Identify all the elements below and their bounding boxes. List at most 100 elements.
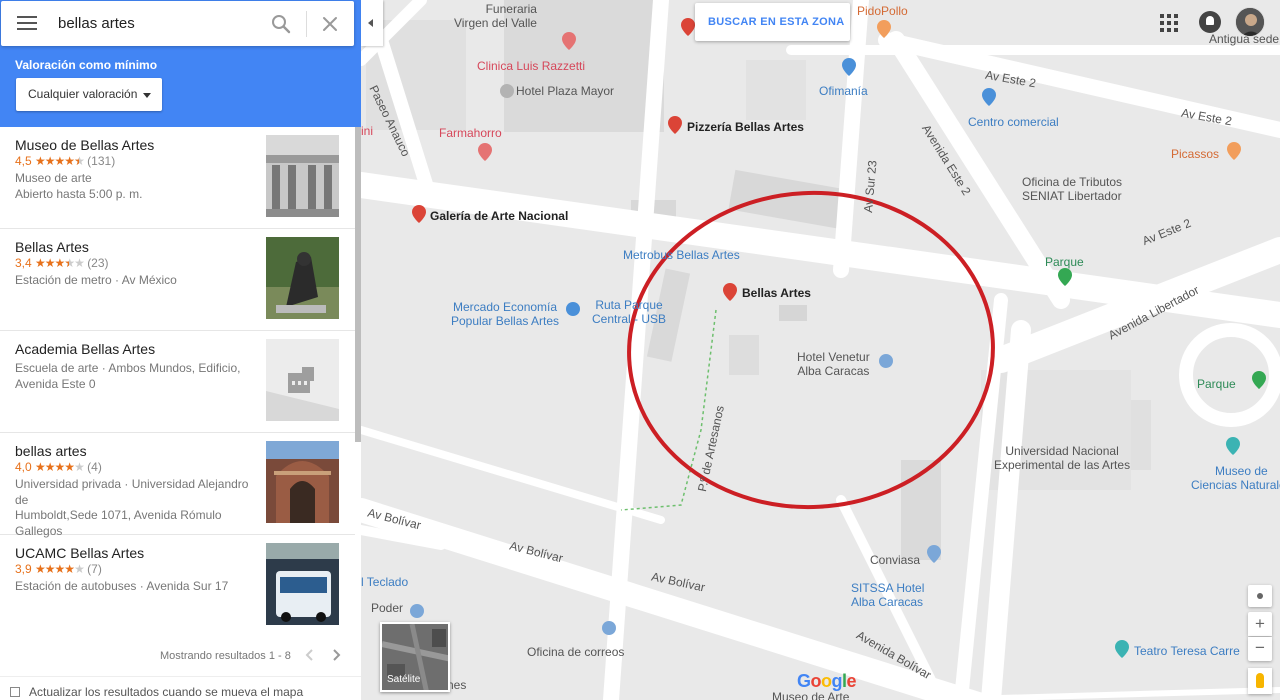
panel-header: bellas artes Valoración como mínimo Cual… bbox=[0, 0, 361, 127]
pharmacy-pin-icon[interactable] bbox=[478, 143, 492, 161]
result-rating: 4,5 ★★★★★★ (131) bbox=[15, 154, 116, 168]
result-museo-de-bellas-artes[interactable]: Museo de Bellas Artes 4,5 ★★★★★★ (131) M… bbox=[0, 127, 355, 229]
satellite-label: Satélite bbox=[387, 674, 421, 685]
satellite-toggle[interactable]: Satélite bbox=[380, 622, 450, 692]
search-input[interactable]: bellas artes bbox=[58, 15, 135, 32]
hospital-pin-icon[interactable] bbox=[562, 32, 576, 50]
museum-pin-icon[interactable] bbox=[1226, 437, 1240, 455]
avatar[interactable] bbox=[1235, 7, 1265, 37]
results-scrollbar[interactable] bbox=[355, 127, 361, 442]
result-bellas-artes-metro[interactable]: Bellas Artes 3,4 ★★★★★★ (23) Estación de… bbox=[0, 229, 355, 331]
pagination: Mostrando resultados 1 - 8 bbox=[0, 636, 361, 676]
chevron-right-icon[interactable] bbox=[328, 647, 344, 663]
label-metrobus[interactable]: Metrobus Bellas Artes bbox=[623, 248, 740, 262]
food-pin-icon[interactable] bbox=[877, 20, 891, 38]
result-academia-bellas-artes[interactable]: Academia Bellas Artes Escuela de arte · … bbox=[0, 331, 355, 433]
hotel-icon[interactable] bbox=[500, 82, 514, 100]
rating-filter-dropdown[interactable]: Cualquier valoración bbox=[16, 78, 162, 111]
google-logo: Google bbox=[797, 671, 857, 691]
bellas-artes-pin-icon[interactable] bbox=[723, 283, 737, 301]
restaurant-pin-icon[interactable] bbox=[681, 18, 695, 36]
label-teclado[interactable]: l Teclado bbox=[361, 575, 408, 589]
result-details: Museo de arte Abierto hasta 5:00 p. m. bbox=[15, 171, 143, 201]
theater-pin-icon[interactable] bbox=[1115, 640, 1129, 658]
chevron-left-icon[interactable] bbox=[302, 647, 318, 663]
label-ofimania[interactable]: Ofimanía bbox=[819, 84, 868, 98]
rating-stars-icon: ★★★★★ bbox=[35, 460, 85, 474]
search-icon[interactable] bbox=[270, 13, 292, 35]
label-centro-comercial[interactable]: Centro comercial bbox=[968, 115, 1059, 129]
zoom-out-button[interactable]: − bbox=[1248, 637, 1272, 661]
caret-down-icon bbox=[143, 93, 151, 98]
label-poder[interactable]: Poder bbox=[371, 601, 403, 615]
label-galeria-arte-nacional[interactable]: Galería de Arte Nacional bbox=[430, 209, 568, 223]
label-mercado[interactable]: Mercado Economía Popular Bellas Artes bbox=[451, 300, 559, 328]
park-pin-icon[interactable] bbox=[1252, 371, 1266, 389]
label-clinica[interactable]: Clinica Luis Razzetti bbox=[477, 59, 585, 73]
result-photo[interactable] bbox=[266, 135, 339, 217]
label-sitssa[interactable]: SITSSA Hotel Alba Caracas bbox=[851, 581, 924, 609]
result-name[interactable]: Academia Bellas Artes bbox=[15, 341, 155, 357]
close-icon[interactable] bbox=[319, 13, 341, 35]
spacer bbox=[981, 89, 995, 107]
map-canvas[interactable]: Funeraria Virgen del Valle PidoPollo Clin… bbox=[361, 0, 1280, 700]
search-this-area-button[interactable]: BUSCAR EN ESTA ZONA bbox=[695, 3, 850, 41]
results-list: Museo de Bellas Artes 4,5 ★★★★★★ (131) M… bbox=[0, 127, 355, 636]
label-pizzeria[interactable]: Pizzería Bellas Artes bbox=[687, 120, 804, 134]
pegman-icon[interactable] bbox=[1248, 668, 1272, 694]
result-details: Estación de metro · Av México bbox=[15, 273, 177, 287]
result-name[interactable]: Bellas Artes bbox=[15, 239, 89, 255]
shopping-icon[interactable] bbox=[566, 300, 580, 318]
park-pin-icon[interactable] bbox=[1058, 268, 1072, 286]
search-box[interactable]: bellas artes bbox=[1, 1, 354, 46]
search-this-area-label: BUSCAR EN ESTA ZONA bbox=[708, 16, 845, 28]
museum-pin-icon[interactable] bbox=[412, 205, 426, 223]
label-teatro[interactable]: Teatro Teresa Carre bbox=[1134, 644, 1240, 658]
rating-filter-value: Cualquier valoración bbox=[28, 87, 138, 101]
label-picassos[interactable]: Picassos bbox=[1171, 147, 1219, 161]
result-name[interactable]: Museo de Bellas Artes bbox=[15, 137, 154, 153]
notifications-icon[interactable] bbox=[1199, 11, 1221, 33]
label-ruta-parque[interactable]: Ruta Parque Central - USB bbox=[592, 298, 666, 326]
shop-pin-icon[interactable] bbox=[842, 58, 856, 76]
place-pin-icon[interactable] bbox=[927, 545, 941, 563]
mail-icon[interactable] bbox=[602, 619, 616, 637]
result-photo[interactable] bbox=[266, 441, 339, 523]
result-photo[interactable] bbox=[266, 543, 339, 625]
result-rating: 3,9 ★★★★★ (7) bbox=[15, 562, 102, 576]
label-parque-1[interactable]: Parque bbox=[1045, 255, 1084, 269]
restaurant-pin-icon[interactable] bbox=[668, 116, 682, 134]
result-photo-placeholder[interactable] bbox=[266, 339, 339, 421]
label-farmahorro[interactable]: Farmahorro bbox=[439, 126, 502, 140]
zoom-in-button[interactable]: + bbox=[1248, 612, 1272, 636]
label-oficina-tributos[interactable]: Oficina de Tributos SENIAT Libertador bbox=[1022, 175, 1122, 203]
label-pidopollo[interactable]: PidoPollo bbox=[857, 4, 908, 18]
label-funeraria[interactable]: Funeraria Virgen del Valle bbox=[454, 2, 537, 30]
result-bellas-artes-universidad[interactable]: bellas artes 4,0 ★★★★★ (4) Universidad p… bbox=[0, 433, 355, 538]
rating-filter-label: Valoración como mínimo bbox=[15, 58, 158, 72]
update-on-move-checkbox[interactable] bbox=[10, 687, 20, 697]
label-universidad[interactable]: Universidad Nacional Experimental de las … bbox=[994, 444, 1130, 472]
result-ucamc-bellas-artes[interactable]: UCAMC Bellas Artes 3,9 ★★★★★ (7) Estació… bbox=[0, 535, 355, 636]
result-name[interactable]: UCAMC Bellas Artes bbox=[15, 545, 144, 561]
food-pin-icon[interactable] bbox=[1227, 142, 1241, 160]
result-photo[interactable] bbox=[266, 237, 339, 319]
results-panel: bellas artes Valoración como mínimo Cual… bbox=[0, 0, 361, 700]
collapse-panel-button[interactable] bbox=[361, 0, 383, 46]
label-hotel-plaza-mayor[interactable]: Hotel Plaza Mayor bbox=[516, 84, 614, 98]
apps-icon[interactable] bbox=[1160, 14, 1178, 32]
label-conviasa[interactable]: Conviasa bbox=[870, 553, 920, 567]
result-rating: 4,0 ★★★★★ (4) bbox=[15, 460, 102, 474]
label-bellas-artes[interactable]: Bellas Artes bbox=[742, 286, 811, 300]
my-location-icon[interactable] bbox=[1248, 585, 1272, 607]
label-parque-2[interactable]: Parque bbox=[1197, 377, 1236, 391]
label-correos[interactable]: Oficina de correos bbox=[527, 645, 624, 659]
label-hotel-venetur[interactable]: Hotel Venetur Alba Caracas bbox=[797, 350, 870, 378]
label-museo-ciencias[interactable]: Museo deCiencias Naturales bbox=[1191, 464, 1280, 492]
menu-icon[interactable] bbox=[17, 16, 37, 32]
update-on-move-label[interactable]: Actualizar los resultados cuando se muev… bbox=[29, 685, 303, 699]
result-name[interactable]: bellas artes bbox=[15, 443, 87, 459]
result-rating: 3,4 ★★★★★★ (23) bbox=[15, 256, 109, 270]
hotel-icon[interactable] bbox=[879, 352, 893, 370]
place-icon[interactable] bbox=[410, 602, 424, 620]
